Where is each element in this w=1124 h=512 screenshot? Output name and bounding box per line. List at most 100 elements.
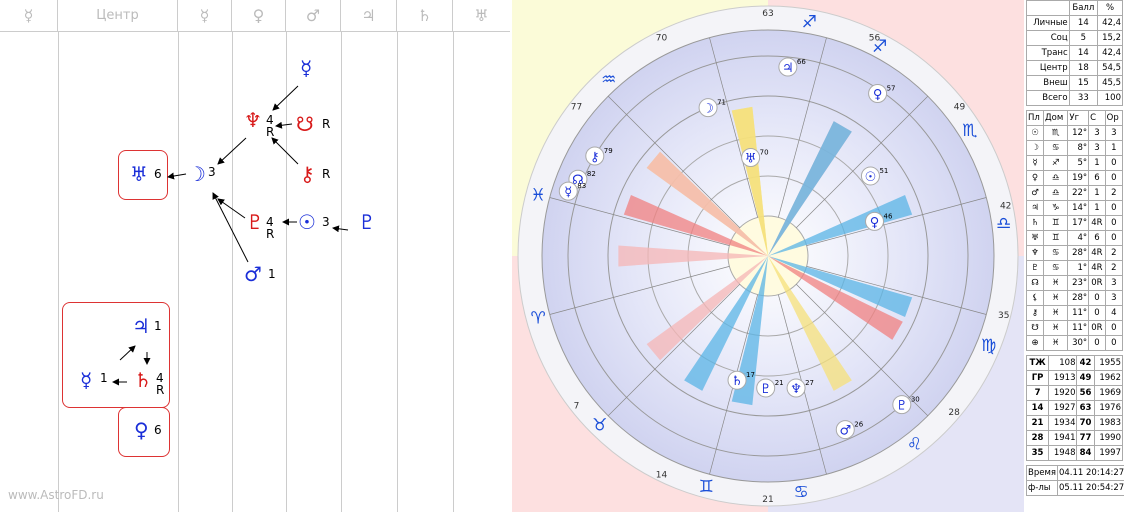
table-cell: ♂ xyxy=(1025,185,1045,201)
table-cell: ⚷ xyxy=(1025,305,1045,321)
table-cell: ♓ xyxy=(1043,275,1069,291)
table-cell: ♑ xyxy=(1043,200,1069,216)
table-cell: 1941 xyxy=(1048,430,1078,446)
table-cell: 6 xyxy=(1088,170,1106,186)
uranus-glyph: ♅ xyxy=(130,162,148,186)
table-cell: ⚸ xyxy=(1025,290,1045,306)
table-cell: ♓ xyxy=(1043,320,1069,336)
table-cell: 1 xyxy=(1104,140,1124,156)
table-cell: 70 xyxy=(1076,415,1095,431)
table-cell: ф-лы xyxy=(1026,480,1058,496)
table-row: Балл% xyxy=(1026,0,1123,16)
table-cell: 12° xyxy=(1067,125,1090,141)
table-cell: 3 xyxy=(1088,125,1106,141)
sun-glyph: ☉ xyxy=(298,210,316,234)
table-cell: 1955 xyxy=(1093,355,1124,371)
table-cell: 1 xyxy=(1088,185,1106,201)
table-cell: ☿ xyxy=(1025,155,1045,171)
table-cell: 1948 xyxy=(1048,445,1078,461)
planet-glyph: ☉ xyxy=(865,170,877,185)
table-cell: Дом xyxy=(1043,110,1069,126)
table-cell: 1° xyxy=(1067,260,1090,276)
uranus-num: 6 xyxy=(154,167,162,181)
saturn-glyph: ♄ xyxy=(134,368,152,392)
degree-label: 49 xyxy=(954,102,966,112)
moon-num: 3 xyxy=(208,165,216,179)
planet-glyph: ⚷ xyxy=(590,150,600,165)
node-r: R xyxy=(322,117,331,131)
table-cell: ♋ xyxy=(1043,140,1069,156)
table-cell: 4R xyxy=(1088,260,1106,276)
table-row: Транс 14 42,4 xyxy=(1026,45,1123,61)
table-cell: ♎ xyxy=(1043,185,1069,201)
table-cell: 14° xyxy=(1067,200,1090,216)
table-cell: 45,5 xyxy=(1097,75,1123,91)
table-cell: ♎ xyxy=(1043,170,1069,186)
table-cell: 56 xyxy=(1076,385,1095,401)
table-cell: 18 xyxy=(1068,60,1099,76)
table-cell: ♓ xyxy=(1043,305,1069,321)
table-row: Всего 33 100 xyxy=(1026,90,1123,106)
table-cell: 0 xyxy=(1088,305,1106,321)
table-cell: 1969 xyxy=(1093,385,1124,401)
table-cell: 4R xyxy=(1088,215,1106,231)
table-cell: 4R xyxy=(1088,245,1106,261)
table-cell: 1 xyxy=(1088,155,1106,171)
planet-glyph: ☽ xyxy=(702,102,714,117)
table-cell: 4° xyxy=(1067,230,1090,246)
table-cell: 1983 xyxy=(1093,415,1124,431)
table-cell: ♓ xyxy=(1043,290,1069,306)
degree-label: 70 xyxy=(656,34,668,44)
planet-degree: 21 xyxy=(775,379,784,387)
mars-num: 1 xyxy=(268,267,276,281)
table-cell: 22° xyxy=(1067,185,1090,201)
years-table: ТЖ 108 42 1955 ГР 1913 49 1962 7 1920 56 1969 14 1927… xyxy=(1025,355,1124,461)
time-table: Время 04.11 20:14:27 ф-лы 05.11 20:54:27 xyxy=(1026,465,1124,496)
table-row: 14 1927 63 1976 xyxy=(1025,400,1124,416)
table-cell: 1997 xyxy=(1093,445,1124,461)
planet-glyph: ♄ xyxy=(731,374,743,389)
table-row: ГР 1913 49 1962 xyxy=(1025,370,1124,386)
table-cell: ТЖ xyxy=(1025,355,1050,371)
table-cell: 1976 xyxy=(1093,400,1124,416)
sign-glyph: ♎ xyxy=(996,214,1011,234)
table-cell: 5 xyxy=(1068,30,1099,46)
sign-glyph: ♍ xyxy=(981,336,996,356)
sun-num: 3 xyxy=(322,215,330,229)
table-cell: 14 xyxy=(1025,400,1050,416)
table-cell: 21 xyxy=(1025,415,1050,431)
table-row: ☿ ♐ 5° 1 0 xyxy=(1025,155,1124,171)
mercury-glyph: ☿ xyxy=(80,368,93,392)
sign-glyph: ♐ xyxy=(872,37,887,57)
planet-degree: 51 xyxy=(879,167,888,175)
table-cell: 3 xyxy=(1104,290,1124,306)
planet-glyph: ♇ xyxy=(760,382,772,397)
table-cell: Личные xyxy=(1026,15,1070,31)
table-cell: 3 xyxy=(1088,140,1106,156)
table-cell: 35 xyxy=(1025,445,1050,461)
table-row: ♄ ♊ 17° 4R 0 xyxy=(1025,215,1124,231)
planet-degree: 79 xyxy=(604,147,613,155)
jupiter-num: 1 xyxy=(154,319,162,333)
table-cell: 15,2 xyxy=(1097,30,1123,46)
planet-degree: 83 xyxy=(577,182,586,190)
planet-degree: 71 xyxy=(717,99,726,107)
table-cell: Пл xyxy=(1025,110,1045,126)
table-cell: 28° xyxy=(1067,245,1090,261)
table-cell: 19° xyxy=(1067,170,1090,186)
table-row: ♇ ♋ 1° 4R 2 xyxy=(1025,260,1124,276)
score-table: Балл% Личные 14 42,4 Соц 5 15,2 Транс 14 42,4 Цент… xyxy=(1026,0,1123,106)
table-cell: ♋ xyxy=(1043,245,1069,261)
table-cell: 8° xyxy=(1067,140,1090,156)
table-cell: 0R xyxy=(1088,320,1106,336)
table-cell: ♓ xyxy=(1043,335,1069,351)
planet-glyph: ♅ xyxy=(745,152,757,167)
table-cell: Ор xyxy=(1104,110,1124,126)
natal-chart-wheel: 635649423528211477770 ♐♐♏♎♍♌♋♊♉♈♓♒ ♃ 66♀ 5… xyxy=(512,0,1024,512)
stats-tables: Балл% Личные 14 42,4 Соц 5 15,2 Транс 14 42,4 Цент… xyxy=(1025,0,1124,496)
table-cell: 54,5 xyxy=(1097,60,1123,76)
neptune-r: R xyxy=(266,125,275,139)
table-cell: 0 xyxy=(1104,155,1124,171)
table-cell: 4 xyxy=(1104,305,1124,321)
table-cell: 0 xyxy=(1104,200,1124,216)
